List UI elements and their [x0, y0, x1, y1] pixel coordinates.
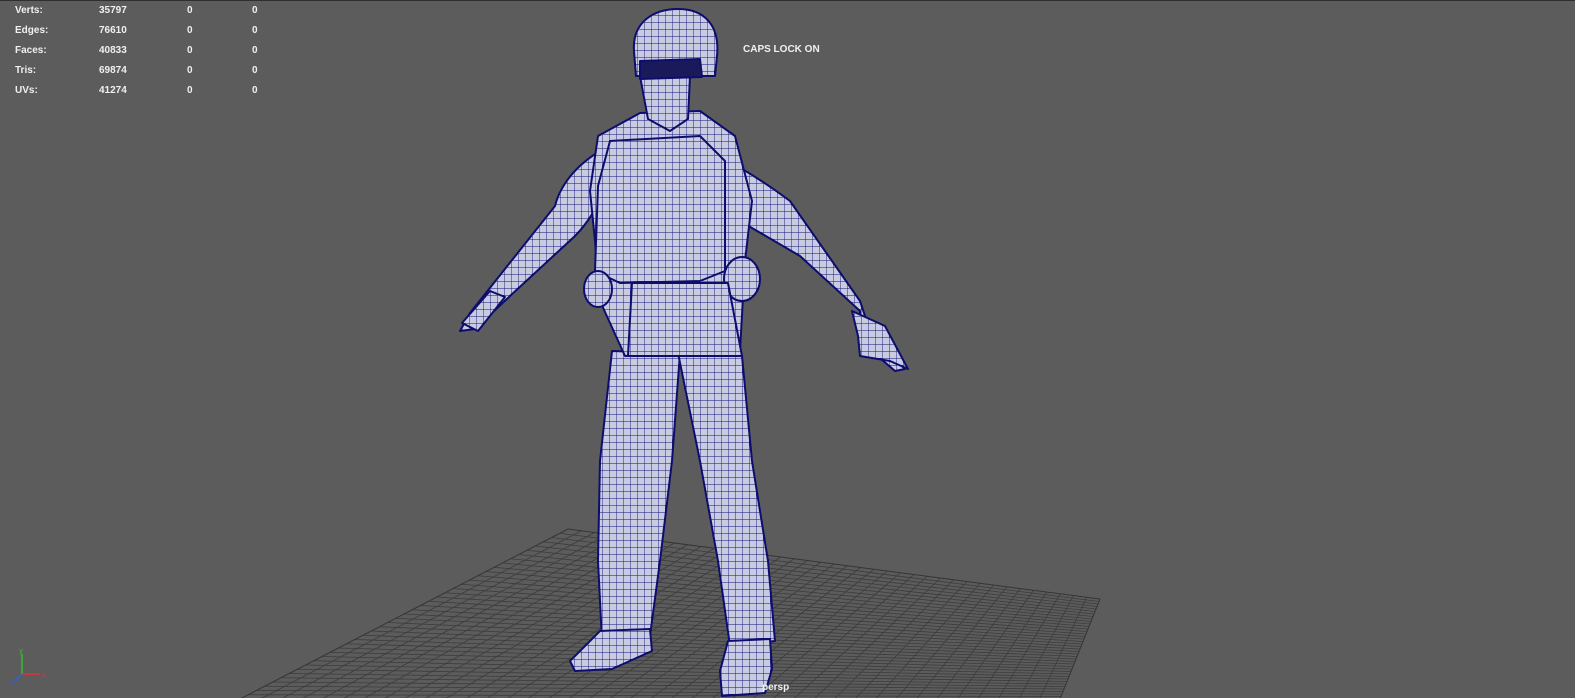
mesh-front-panel	[627, 282, 743, 357]
scene-canvas[interactable]	[0, 1, 1575, 698]
grid-line	[977, 591, 1048, 698]
hud-total: 40833	[99, 45, 127, 56]
hud-extra: 0	[252, 45, 258, 56]
ground-grid	[240, 529, 1100, 698]
svg-text:z: z	[10, 680, 14, 686]
mesh-goggles	[639, 58, 703, 80]
mesh-hand-left	[461, 290, 506, 332]
hud-extra: 0	[252, 85, 258, 96]
svg-text:x: x	[42, 671, 46, 679]
camera-name-label: persp	[762, 682, 790, 693]
grid-line	[854, 581, 968, 698]
hud-extra: 0	[252, 5, 258, 16]
hud-label: Tris:	[15, 65, 37, 76]
hud-extra: 0	[252, 65, 258, 76]
hud-selected: 0	[187, 85, 193, 96]
hud-selected: 0	[187, 45, 193, 56]
hud-selected: 0	[187, 25, 193, 36]
hud-total: 35797	[99, 5, 127, 16]
hud-label: Faces:	[15, 45, 47, 56]
hud-total: 41274	[99, 85, 127, 96]
hud-extra: 0	[252, 25, 258, 36]
grid-line	[957, 590, 1034, 698]
hud-selected: 0	[187, 5, 193, 16]
grid-line	[1018, 595, 1074, 698]
hud-selected: 0	[187, 65, 193, 76]
hud-label: UVs:	[15, 85, 38, 96]
perspective-viewport[interactable]: Verts: 35797 0 0 Edges: 76610 0 0 Faces:…	[0, 0, 1575, 698]
hud-label: Edges:	[15, 25, 49, 36]
xyz-axis-icon: x y z	[10, 647, 46, 686]
mesh-pouch-left	[583, 270, 613, 308]
hud-total: 76610	[99, 25, 127, 36]
mesh-hand-right	[851, 310, 909, 370]
hud-total: 69874	[99, 65, 127, 76]
mesh-vest	[594, 135, 726, 284]
caps-lock-indicator: CAPS LOCK ON	[743, 44, 820, 55]
hud-label: Verts:	[15, 5, 43, 16]
svg-text:y: y	[19, 647, 23, 655]
grid-line	[998, 593, 1061, 698]
